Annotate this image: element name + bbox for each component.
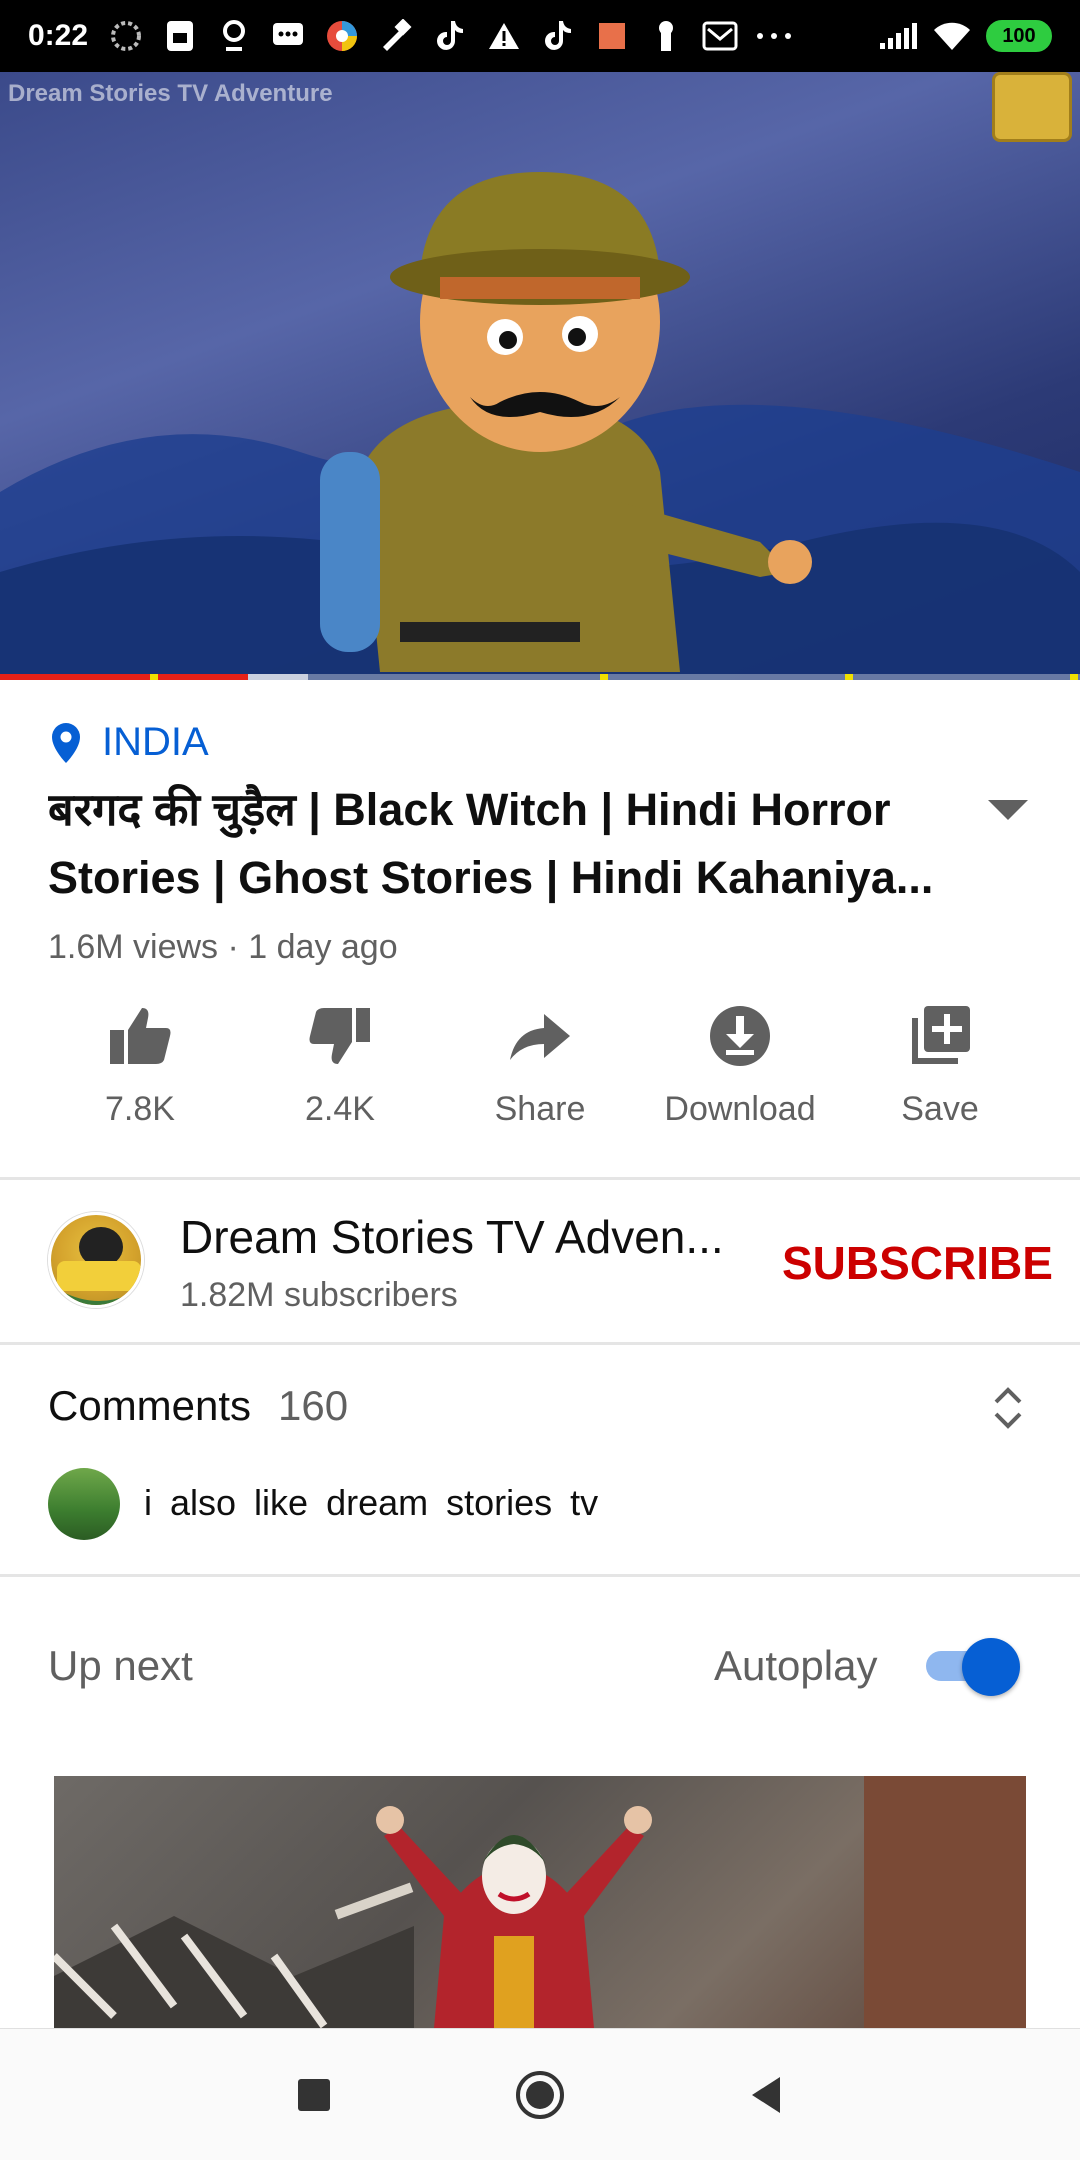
subscribe-button[interactable]: SUBSCRIBE bbox=[782, 1236, 1053, 1290]
action-row: 7.8K 2.4K Share Download Save bbox=[40, 1000, 1040, 1150]
location-tag[interactable]: INDIA bbox=[48, 720, 209, 765]
like-button[interactable]: 7.8K bbox=[40, 1000, 240, 1150]
video-meta: 1.6M views · 1 day ago bbox=[48, 928, 398, 966]
channel-avatar[interactable] bbox=[48, 1212, 144, 1308]
app-icon bbox=[592, 16, 632, 56]
divider bbox=[0, 1574, 1080, 1577]
progress-buffered bbox=[248, 674, 309, 680]
video-title[interactable]: बरगद की चुड़ैल | Black Witch | Hindi Hor… bbox=[48, 776, 948, 912]
square-icon bbox=[298, 2078, 330, 2111]
location-pin-icon bbox=[214, 16, 254, 56]
share-icon bbox=[510, 1014, 570, 1060]
divider bbox=[0, 1177, 1080, 1180]
autoplay-toggle[interactable] bbox=[926, 1638, 1020, 1696]
comments-count: 160 bbox=[278, 1382, 349, 1429]
back-button[interactable] bbox=[738, 2067, 794, 2123]
ad-marker bbox=[845, 674, 853, 680]
thumbnail-image bbox=[54, 1776, 1026, 2028]
channel-name[interactable]: Dream Stories TV Adven... bbox=[180, 1210, 740, 1264]
download-button[interactable]: Download bbox=[640, 1000, 840, 1150]
dislike-button[interactable]: 2.4K bbox=[240, 1000, 440, 1150]
video-player[interactable]: Dream Stories TV Adventure bbox=[0, 72, 1080, 680]
video-frame-illustration bbox=[0, 172, 1080, 680]
video-progress-bar[interactable] bbox=[0, 674, 1080, 680]
like-count: 7.8K bbox=[105, 1090, 175, 1128]
tools-icon bbox=[376, 16, 416, 56]
ad-marker bbox=[150, 674, 158, 680]
divider bbox=[0, 1342, 1080, 1345]
recents-button[interactable] bbox=[286, 2067, 342, 2123]
comment-avatar[interactable] bbox=[48, 1468, 120, 1540]
location-pin-icon bbox=[52, 722, 80, 763]
more-icon bbox=[754, 16, 794, 56]
share-button[interactable]: Share bbox=[440, 1000, 640, 1150]
add-to-playlist-icon bbox=[912, 1006, 970, 1064]
signal-icon bbox=[878, 16, 918, 56]
back-triangle-icon bbox=[752, 2076, 780, 2113]
expand-icon[interactable] bbox=[990, 1384, 1026, 1432]
status-bar: 0:22 100 bbox=[0, 0, 1080, 72]
notification-icons bbox=[106, 16, 878, 56]
home-button[interactable] bbox=[512, 2067, 568, 2123]
autoplay-label: Autoplay bbox=[714, 1642, 878, 1689]
mail-icon bbox=[700, 16, 740, 56]
tiktok-icon bbox=[538, 16, 578, 56]
battery-icon: 100 bbox=[986, 20, 1052, 52]
wifi-icon bbox=[932, 16, 972, 56]
location-label: INDIA bbox=[102, 720, 209, 764]
ad-marker bbox=[600, 674, 608, 680]
message-icon bbox=[268, 16, 308, 56]
tiktok-icon bbox=[430, 16, 470, 56]
save-label: Save bbox=[901, 1090, 979, 1128]
progress-played bbox=[0, 674, 249, 680]
status-time: 0:22 bbox=[28, 19, 89, 52]
keyhole-icon bbox=[646, 16, 686, 56]
thumbs-down-icon bbox=[309, 1008, 370, 1064]
download-icon bbox=[710, 1006, 770, 1066]
browser-icon bbox=[322, 16, 362, 56]
subscriber-count: 1.82M subscribers bbox=[180, 1276, 458, 1314]
circle-icon bbox=[516, 2070, 564, 2119]
top-comment[interactable]: i also like dream stories tv bbox=[144, 1482, 598, 1524]
download-label: Download bbox=[664, 1090, 816, 1128]
loading-icon bbox=[106, 16, 146, 56]
toggle-knob bbox=[962, 1638, 1020, 1696]
ad-marker bbox=[1070, 674, 1078, 680]
chevron-down-icon[interactable] bbox=[988, 800, 1028, 820]
comments-heading[interactable]: Comments bbox=[48, 1382, 251, 1430]
dislike-count: 2.4K bbox=[305, 1090, 375, 1128]
up-next-thumbnail[interactable] bbox=[54, 1776, 1026, 2028]
save-button[interactable]: Save bbox=[840, 1000, 1040, 1150]
warning-icon bbox=[484, 16, 524, 56]
share-label: Share bbox=[494, 1090, 586, 1128]
system-nav-bar bbox=[0, 2028, 1080, 2160]
thumbs-up-icon bbox=[110, 1008, 171, 1064]
up-next-label: Up next bbox=[48, 1642, 193, 1689]
sim-icon bbox=[160, 16, 200, 56]
